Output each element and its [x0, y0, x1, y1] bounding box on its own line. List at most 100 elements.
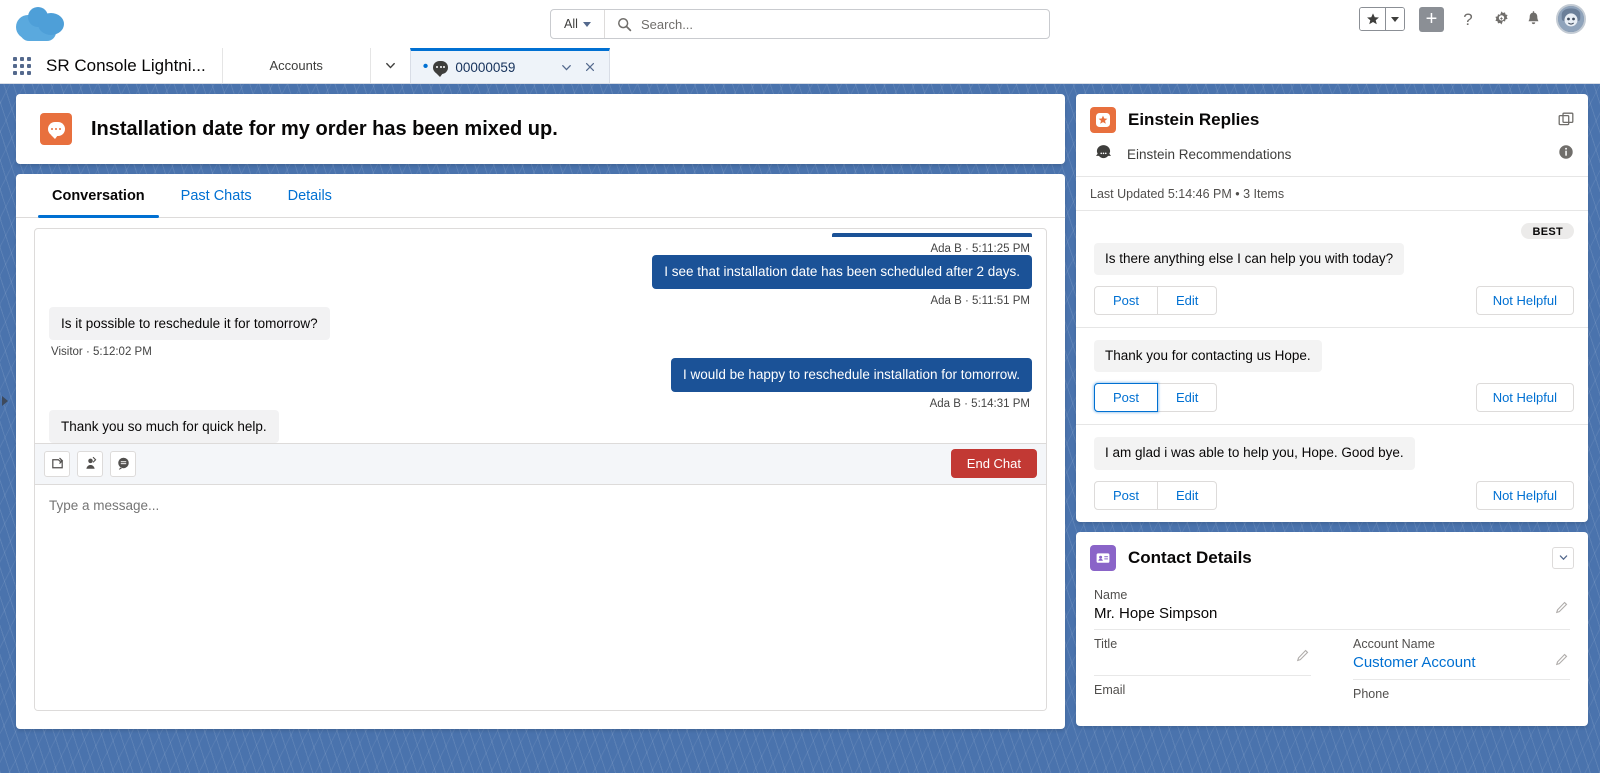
contact-details-panel: Contact Details Name Mr. Hope Simpson Ti… — [1076, 531, 1588, 726]
chat-message-time: 5:14:31 PM — [971, 397, 1030, 410]
contact-field-account-name: Account Name Customer Account — [1353, 630, 1570, 680]
chat-composer-toolbar: End Chat — [35, 442, 1046, 485]
contact-fields-col-right: Account Name Customer Account Phone — [1353, 630, 1570, 726]
suggestion-actions: Post Edit Not Helpful — [1094, 383, 1574, 413]
edit-button[interactable]: Edit — [1158, 383, 1218, 413]
console-body: Installation date for my order has been … — [0, 84, 1600, 773]
favorites-dropdown-icon[interactable] — [1385, 8, 1404, 30]
notifications-bell-icon[interactable] — [1525, 10, 1542, 28]
edit-pencil-icon[interactable] — [1555, 601, 1568, 619]
suggestion-text: Thank you for contacting us Hope. — [1094, 340, 1322, 373]
info-icon[interactable] — [1558, 144, 1574, 165]
workspace-tab-00000059[interactable]: • 00000059 — [409, 48, 610, 83]
status-badge: BEST — [1521, 223, 1574, 239]
nav-item-accounts[interactable]: Accounts — [221, 48, 370, 83]
pop-out-icon[interactable] — [1558, 112, 1574, 128]
help-question-icon[interactable]: ? — [1458, 9, 1478, 29]
chevron-down-icon — [582, 21, 591, 27]
einstein-replies-title: Einstein Replies — [1128, 110, 1260, 129]
suggestion-post-edit-group: Post Edit — [1094, 286, 1218, 316]
chat-message-meta: Visitor · 5:12:02 PM — [51, 346, 152, 359]
message-composer-input[interactable] — [35, 484, 1046, 710]
file-transfer-icon[interactable] — [44, 450, 70, 477]
transfer-chat-icon[interactable] — [77, 450, 103, 477]
favorites-group[interactable] — [1359, 7, 1405, 31]
user-avatar[interactable] — [1556, 4, 1586, 34]
chat-bubble-visitor: Thank you so much for quick help. — [49, 409, 279, 443]
conversation-tabs: Conversation Past Chats Details — [16, 174, 1065, 218]
salesforce-cloud-logo[interactable] — [14, 5, 68, 43]
search-input-area[interactable]: Search... — [605, 10, 1049, 38]
chat-message-meta: Ada B · 5:11:51 PM — [930, 294, 1030, 307]
einstein-suggestion: I am glad i was able to help you, Hope. … — [1076, 425, 1588, 521]
nav-more-chevron-down-icon[interactable] — [369, 48, 410, 83]
live-chat-transcript-icon — [40, 113, 72, 145]
nav-item-label: Accounts — [269, 58, 323, 73]
truncated-bubble-top — [832, 233, 1032, 237]
einstein-replies-header: Einstein Replies — [1076, 94, 1588, 142]
favorites-star-icon[interactable] — [1360, 8, 1385, 30]
tab-details[interactable]: Details — [270, 174, 350, 217]
edit-button[interactable]: Edit — [1158, 286, 1218, 316]
not-helpful-button[interactable]: Not Helpful — [1475, 286, 1574, 316]
edit-pencil-icon[interactable] — [1555, 653, 1568, 671]
field-value-link[interactable]: Customer Account — [1353, 654, 1570, 671]
post-button[interactable]: Post — [1094, 286, 1159, 316]
chat-window: Ada B · 5:11:25 PM I see that installati… — [34, 228, 1047, 711]
main-column: Installation date for my order has been … — [16, 94, 1065, 773]
global-actions-plus-icon[interactable]: + — [1419, 6, 1444, 32]
tab-past-chats-label: Past Chats — [180, 187, 252, 204]
einstein-source-row: Einstein Recommendations — [1076, 142, 1588, 177]
tab-details-label: Details — [287, 187, 332, 204]
not-helpful-button[interactable]: Not Helpful — [1475, 383, 1574, 413]
contact-field-name: Name Mr. Hope Simpson — [1094, 582, 1570, 630]
post-button[interactable]: Post — [1094, 480, 1159, 510]
not-helpful-button[interactable]: Not Helpful — [1475, 480, 1574, 510]
chat-message-time: 5:11:25 PM — [972, 243, 1030, 255]
chat-message-author: Ada B — [930, 294, 962, 307]
record-highlight-banner: Installation date for my order has been … — [16, 94, 1065, 164]
suggestion-text: I am glad i was able to help you, Hope. … — [1094, 437, 1415, 470]
chat-message-list[interactable]: Ada B · 5:11:25 PM I see that installati… — [35, 229, 1046, 443]
chat-message-author: Ada B — [930, 243, 962, 255]
tab-conversation[interactable]: Conversation — [34, 174, 163, 218]
einstein-head-icon — [1094, 144, 1113, 165]
chat-message-time: 5:12:02 PM — [92, 346, 152, 359]
chat-message-meta: Ada B · 5:11:25 PM — [930, 243, 1030, 255]
field-label: Title — [1094, 636, 1118, 651]
chat-message-author: Visitor — [51, 346, 83, 359]
workspace-tab-close-icon[interactable] — [582, 61, 598, 73]
contact-details-body: Name Mr. Hope Simpson Title Email Accoun… — [1076, 580, 1588, 726]
live-chat-icon — [433, 60, 449, 77]
setup-gear-icon[interactable]: ✦ — [1492, 10, 1511, 29]
quick-text-icon[interactable] — [110, 450, 136, 477]
workspace-tab-chevron-down-icon[interactable] — [558, 61, 575, 74]
workspace-tab-label: 00000059 — [455, 59, 516, 75]
search-scope-selector[interactable]: All — [551, 10, 605, 38]
einstein-replies-icon — [1090, 107, 1116, 133]
field-label: Account Name — [1353, 636, 1435, 651]
suggestion-badge-row: BEST — [1094, 223, 1574, 239]
app-launcher-waffle-icon[interactable] — [0, 48, 44, 83]
tab-past-chats[interactable]: Past Chats — [163, 174, 270, 217]
chat-message-time: 5:11:51 PM — [972, 294, 1030, 307]
edit-pencil-icon[interactable] — [1296, 649, 1309, 667]
page-title: Installation date for my order has been … — [91, 117, 558, 140]
edit-button[interactable]: Edit — [1158, 480, 1218, 510]
chat-message-meta: Ada B · 5:14:31 PM — [929, 397, 1030, 410]
end-chat-button[interactable]: End Chat — [950, 449, 1037, 478]
contact-field-title: Title — [1094, 630, 1311, 676]
app-name: SR Console Lightni... — [46, 55, 206, 75]
global-search[interactable]: All Search... — [550, 9, 1050, 39]
contact-details-chevron-down-icon[interactable] — [1552, 546, 1574, 569]
einstein-last-updated: Last Updated 5:14:46 PM • 3 Items — [1076, 177, 1588, 211]
post-button[interactable]: Post — [1094, 383, 1159, 413]
field-label: Email — [1094, 682, 1126, 697]
left-sidebar-expand-toggle[interactable] — [0, 384, 9, 418]
search-input[interactable]: Search... — [641, 17, 693, 32]
contact-details-header: Contact Details — [1076, 532, 1588, 580]
suggestion-post-edit-group: Post Edit — [1094, 480, 1218, 510]
suggestion-text: Is there anything else I can help you wi… — [1094, 243, 1405, 276]
einstein-source-label: Einstein Recommendations — [1127, 147, 1292, 162]
svg-text:?: ? — [1463, 10, 1472, 29]
